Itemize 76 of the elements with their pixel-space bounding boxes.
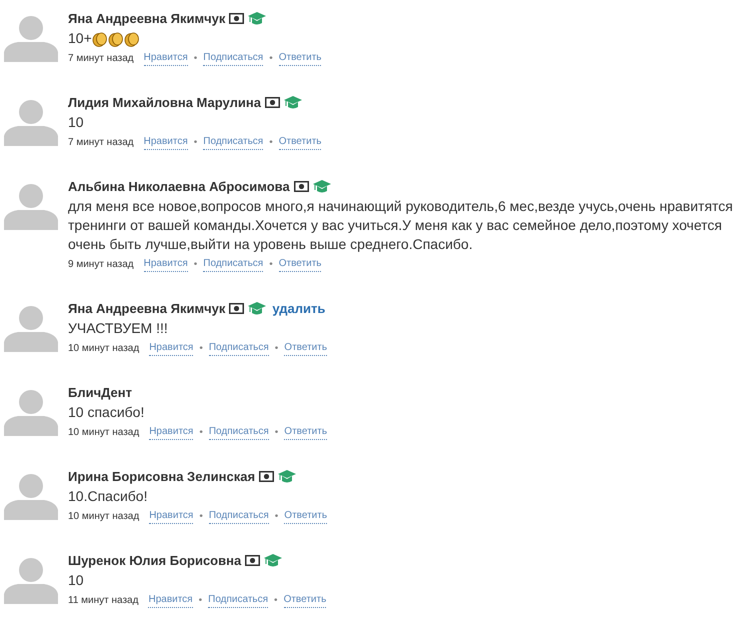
separator-dot: • xyxy=(269,136,273,150)
action-link[interactable]: Ответить xyxy=(278,51,322,66)
action-link[interactable]: Нравится xyxy=(144,135,188,150)
action-link[interactable]: Нравится xyxy=(149,341,194,356)
author-name: Альбина Николаевна Абросимова xyxy=(68,178,290,195)
avatar-icon xyxy=(4,182,58,230)
action-link[interactable]: Нравится xyxy=(144,257,188,272)
action-link[interactable]: Нравится xyxy=(149,509,194,524)
separator-dot: • xyxy=(194,258,198,272)
comment-text: 10 спасибо! xyxy=(68,403,144,422)
author-name: Яна Андреевна Якимчук xyxy=(68,300,226,317)
banknote-icon xyxy=(264,97,280,108)
graduation-cap-icon xyxy=(264,554,282,567)
separator-dot: • xyxy=(194,136,198,150)
action-link[interactable]: Подписаться xyxy=(203,51,264,66)
comment-text: 10+ xyxy=(68,29,92,48)
timestamp: 9 минут назад xyxy=(68,258,134,272)
action-link[interactable]: Нравится xyxy=(144,51,188,66)
avatar-icon xyxy=(4,14,58,62)
graduation-cap-icon xyxy=(248,302,266,315)
graduation-cap-icon xyxy=(312,180,331,193)
separator-dot: • xyxy=(274,426,278,440)
separator-dot: • xyxy=(199,342,203,356)
comment-text: для меня все новое,вопросов много,я начинающий руководитель,6 мес,везде учусь,очень нравитятся тренинги от вашей команды.Хочется у вас учиться.У меня как у вас семейное дело,поэтому хочется очень быть лучше,выйти на уровень выше среднего.Спасибо. xyxy=(68,197,734,254)
action-link[interactable]: Подписаться xyxy=(203,135,264,150)
action-link[interactable]: Подписаться xyxy=(208,593,268,608)
action-link[interactable]: Подписаться xyxy=(208,425,269,440)
separator-dot: • xyxy=(274,594,278,608)
timestamp: 7 минут назад xyxy=(68,52,134,66)
avatar-icon xyxy=(4,472,58,520)
banknote-icon xyxy=(294,181,309,192)
banknote-icon xyxy=(245,555,260,566)
delete-link[interactable]: удалить xyxy=(272,300,326,317)
banknote-icon xyxy=(259,471,274,482)
author-name: Ирина Борисовна Зелинская xyxy=(68,468,256,485)
action-link[interactable]: Ответить xyxy=(278,135,322,150)
comment-text: 10 xyxy=(68,113,84,132)
action-link[interactable]: Нравится xyxy=(148,593,193,608)
author-name: Яна Андреевна Якимчук xyxy=(68,10,226,27)
timestamp: 7 минут назад xyxy=(68,136,134,150)
separator-dot: • xyxy=(194,52,198,66)
action-link[interactable]: Подписаться xyxy=(208,509,269,524)
avatar-icon xyxy=(4,388,58,436)
graduation-cap-icon xyxy=(278,470,296,483)
timestamp: 10 минут назад xyxy=(68,426,140,440)
timestamp: 10 минут назад xyxy=(68,510,140,524)
separator-dot: • xyxy=(274,510,278,524)
comment-text: 10.Спасибо! xyxy=(68,487,148,506)
action-link[interactable]: Подписаться xyxy=(203,257,264,272)
separator-dot: • xyxy=(269,258,273,272)
action-link[interactable]: Ответить xyxy=(284,509,328,524)
separator-dot: • xyxy=(199,426,203,440)
comment-text: УЧАСТВУЕМ !!! xyxy=(68,319,168,338)
banknote-icon xyxy=(229,13,244,24)
banknote-icon xyxy=(229,303,244,314)
timestamp: 10 минут назад xyxy=(68,342,140,356)
avatar-icon xyxy=(4,304,58,352)
graduation-cap-icon xyxy=(284,96,302,109)
graduation-cap-icon xyxy=(248,12,266,25)
action-link[interactable]: Нравится xyxy=(149,425,194,440)
avatar-icon xyxy=(4,98,58,146)
timestamp: 11 минут назад xyxy=(68,594,138,608)
separator-dot: • xyxy=(274,342,278,356)
action-link[interactable]: Подписаться xyxy=(208,341,269,356)
action-link[interactable]: Ответить xyxy=(284,593,326,608)
action-link[interactable]: Ответить xyxy=(284,341,328,356)
separator-dot: • xyxy=(198,594,202,608)
action-link[interactable]: Ответить xyxy=(278,257,322,272)
author-name: Лидия Михайловна Марулина xyxy=(68,94,261,111)
action-link[interactable]: Ответить xyxy=(284,425,328,440)
comment-text: 10 xyxy=(68,571,84,590)
separator-dot: • xyxy=(269,52,273,66)
author-name: Шуренок Юлия Борисовна xyxy=(68,552,242,569)
author-name: БличДент xyxy=(68,384,132,401)
avatar-icon xyxy=(4,556,58,604)
separator-dot: • xyxy=(199,510,203,524)
